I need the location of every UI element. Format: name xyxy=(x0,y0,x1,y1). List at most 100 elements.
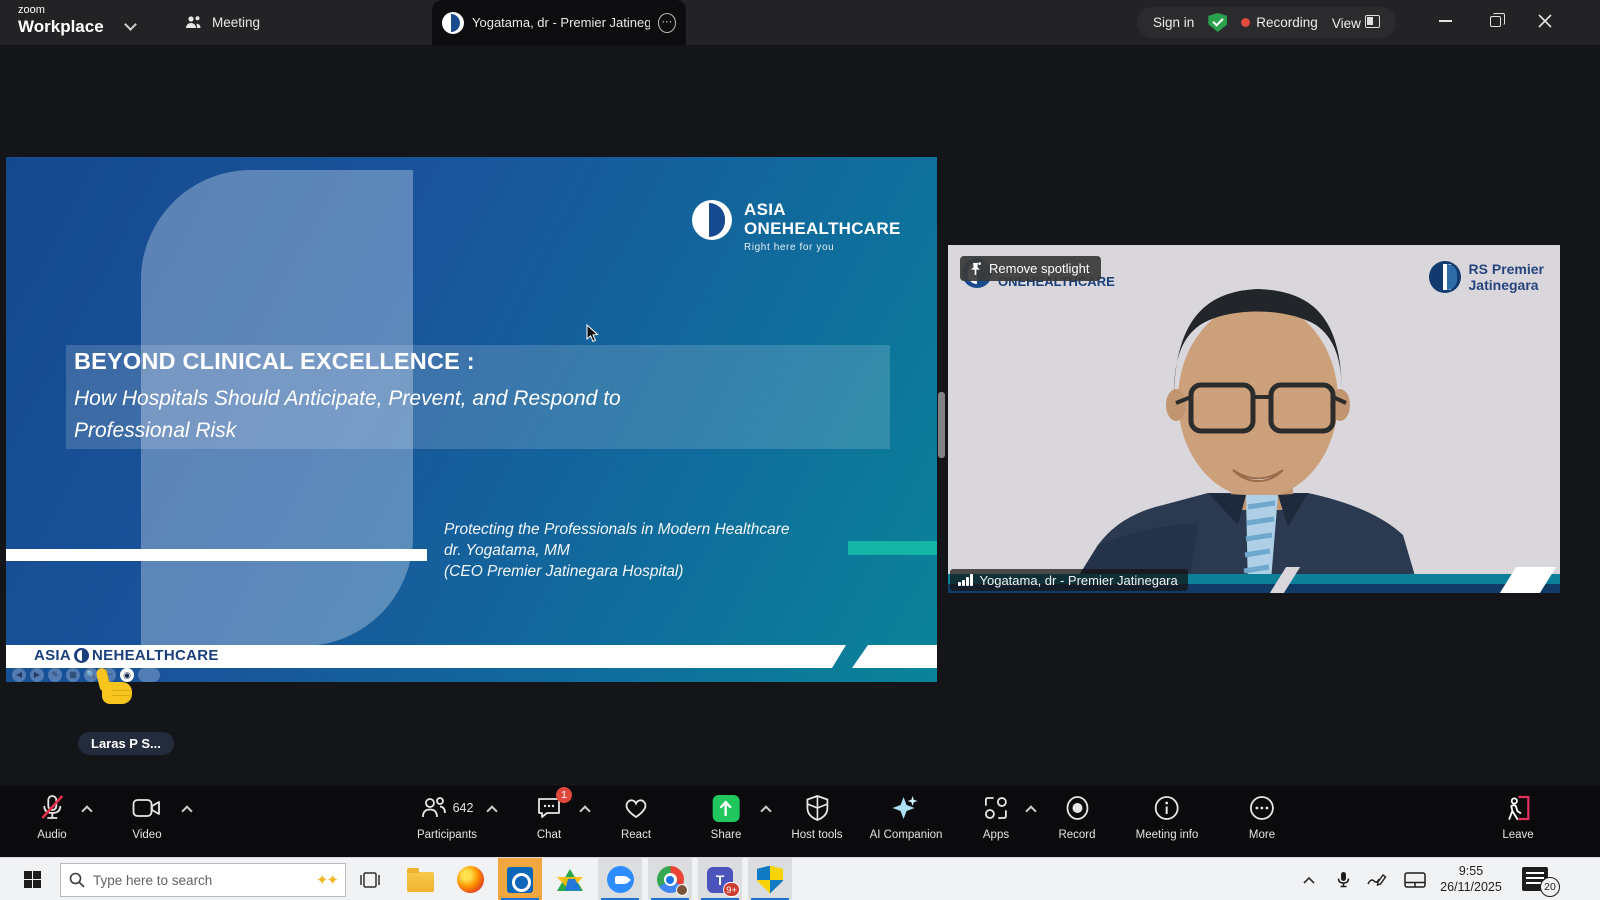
asia-onehealthcare-logo: ASIA ONEHEALTHCARE Right here for you xyxy=(692,200,901,253)
host-tools-shield-icon xyxy=(806,795,828,821)
windows-ink-button[interactable] xyxy=(1360,858,1394,900)
participants-label: Participants xyxy=(417,829,477,841)
apps-button[interactable]: Apps xyxy=(983,793,1009,841)
taskbar-search[interactable]: Type here to search ✦✦ xyxy=(60,863,346,897)
panel-resize-handle[interactable] xyxy=(938,392,945,458)
speaker-line3: (CEO Premier Jatinegara Hospital) xyxy=(444,561,790,582)
close-icon xyxy=(1538,14,1552,28)
search-icon xyxy=(69,872,85,888)
participants-icon xyxy=(421,796,447,820)
logo-line2: ONEHEALTHCARE xyxy=(744,219,901,238)
taskbar-clock[interactable]: 9:55 26/11/2025 xyxy=(1438,863,1504,895)
spotlight-video-tile[interactable]: ASIA ONEHEALTHCARE RS Premier Jatinegara xyxy=(948,245,1560,593)
chrome-app[interactable] xyxy=(648,858,692,900)
video-options-chevron[interactable] xyxy=(182,804,192,814)
tab-active-meeting[interactable]: Yogatama, dr - Premier Jatinegara ⋯ xyxy=(432,0,686,45)
outlook-app[interactable] xyxy=(498,858,542,900)
apps-icon xyxy=(983,795,1009,821)
chat-button[interactable]: 1 Chat xyxy=(536,793,562,841)
hidden-icons-button[interactable] xyxy=(1292,858,1326,900)
slide-white-bar xyxy=(6,549,427,561)
react-button[interactable]: React xyxy=(621,793,651,841)
more-button[interactable]: More xyxy=(1249,793,1275,841)
share-options-chevron[interactable] xyxy=(761,804,771,814)
pen-icon[interactable]: ✎ xyxy=(48,668,62,682)
view-button[interactable]: View xyxy=(1332,15,1380,31)
react-label: React xyxy=(621,829,651,841)
search-placeholder: Type here to search xyxy=(93,873,308,888)
host-tools-button[interactable]: Host tools xyxy=(791,793,842,841)
microphone-muted-icon xyxy=(39,794,65,822)
participant-name-label: Yogatama, dr - Premier Jatinegara xyxy=(950,569,1188,591)
workspace-chevron-down-icon[interactable] xyxy=(126,18,136,28)
share-button[interactable]: Share xyxy=(711,793,742,841)
notification-count-badge: 20 xyxy=(1540,877,1560,897)
touchpad-icon xyxy=(1404,872,1426,888)
task-view-button[interactable] xyxy=(352,858,388,900)
chrome-profile-avatar xyxy=(676,884,688,896)
speaker-line2: dr. Yogatama, MM xyxy=(444,540,790,561)
video-button[interactable]: Video xyxy=(132,793,162,841)
close-button[interactable] xyxy=(1524,0,1566,42)
file-explorer-app[interactable] xyxy=(398,858,442,900)
meeting-info-button[interactable]: Meeting info xyxy=(1136,793,1199,841)
recording-label: Recording xyxy=(1256,15,1318,30)
chat-options-chevron[interactable] xyxy=(580,804,590,814)
teams-app[interactable]: T9+ xyxy=(698,858,742,900)
audio-options-chevron[interactable] xyxy=(82,804,92,814)
start-button[interactable] xyxy=(12,858,52,900)
leave-icon xyxy=(1504,795,1532,821)
search-highlights-icon[interactable]: ✦✦ xyxy=(316,871,337,889)
asia-onehealthcare-mark-icon xyxy=(692,200,732,240)
info-icon xyxy=(1154,795,1180,821)
audio-button[interactable]: Audio xyxy=(37,793,66,841)
slide-teal-bar xyxy=(848,541,937,555)
security-shield-icon[interactable] xyxy=(1208,13,1227,32)
meeting-logo-icon xyxy=(442,12,464,34)
next-slide-icon[interactable]: ▶ xyxy=(30,668,44,682)
windows-ink-icon xyxy=(1367,872,1387,888)
slide-footer-band: ASIA NEHEALTHCARE xyxy=(6,645,856,668)
remove-spotlight-button[interactable]: Remove spotlight xyxy=(960,256,1101,281)
more-label: More xyxy=(1249,829,1275,841)
recording-indicator: Recording xyxy=(1241,15,1318,30)
footer-logo-mark-icon xyxy=(74,648,89,663)
file-explorer-icon xyxy=(407,872,434,892)
logo-tagline: Right here for you xyxy=(744,242,901,253)
prev-slide-icon[interactable]: ◀ xyxy=(12,668,26,682)
thumbs-up-emoji xyxy=(98,668,134,706)
ai-companion-button[interactable]: AI Companion xyxy=(870,793,943,841)
view-label: View xyxy=(1332,16,1361,31)
google-drive-icon xyxy=(557,869,583,891)
touchpad-button[interactable] xyxy=(1398,858,1432,900)
participants-options-chevron[interactable] xyxy=(487,804,497,814)
firefox-app[interactable] xyxy=(448,858,492,900)
zoom-app[interactable] xyxy=(598,858,642,900)
tab-options-icon[interactable]: ⋯ xyxy=(658,13,676,33)
minimize-button[interactable] xyxy=(1424,0,1466,42)
leave-button[interactable]: Leave xyxy=(1502,793,1533,841)
title-bar: zoom Workplace Meeting Yogatama, dr - Pr… xyxy=(0,0,1600,45)
slide-title: BEYOND CLINICAL EXCELLENCE : How Hospita… xyxy=(74,348,621,447)
footer-logo-pre: ASIA xyxy=(34,647,71,664)
sign-in-button[interactable]: Sign in xyxy=(1153,15,1194,30)
mouse-cursor xyxy=(585,324,600,344)
tab-meeting-label: Meeting xyxy=(212,15,260,30)
google-drive-app[interactable] xyxy=(548,858,592,900)
tab-meeting[interactable]: Meeting xyxy=(172,0,272,45)
restore-button[interactable] xyxy=(1474,0,1516,42)
participants-button[interactable]: 642 Participants xyxy=(417,793,477,841)
record-icon xyxy=(1064,795,1090,821)
heart-icon xyxy=(623,796,649,820)
remove-spotlight-label: Remove spotlight xyxy=(989,261,1089,276)
windows-security-app[interactable] xyxy=(748,858,792,900)
tray-microphone-icon xyxy=(1337,871,1350,889)
slide-speaker-block: Protecting the Professionals in Modern H… xyxy=(444,519,790,582)
clock-time: 9:55 xyxy=(1438,863,1504,879)
zoom-app-icon xyxy=(607,866,634,893)
zoom-workplace-window: zoom Workplace Meeting Yogatama, dr - Pr… xyxy=(0,0,1600,900)
apps-options-chevron[interactable] xyxy=(1026,804,1036,814)
tray-microphone-button[interactable] xyxy=(1326,858,1360,900)
clock-date: 26/11/2025 xyxy=(1438,879,1504,895)
record-button[interactable]: Record xyxy=(1058,793,1095,841)
